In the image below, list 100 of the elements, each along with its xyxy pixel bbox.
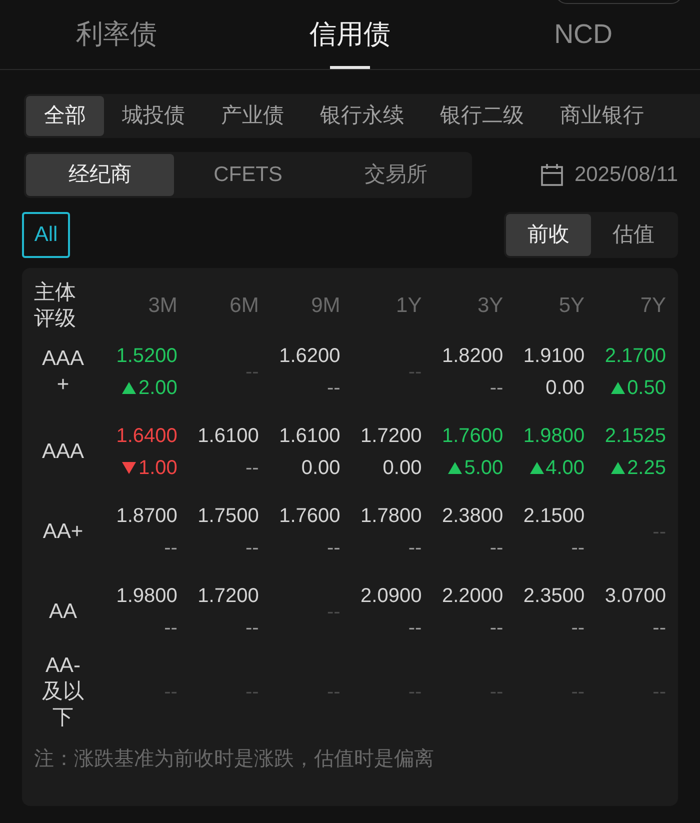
source-tab[interactable]: CFETS — [174, 154, 322, 196]
top-tab[interactable]: NCD — [466, 0, 700, 69]
empty-value: -- — [571, 680, 585, 705]
empty-value: -- — [408, 680, 422, 705]
yield-value: 1.7200 — [360, 424, 422, 449]
change-value: -- — [164, 616, 178, 641]
up-triangle-icon — [122, 382, 136, 394]
change-value: 0.00 — [301, 456, 340, 481]
category-tab[interactable]: 城投债 — [104, 96, 203, 136]
tenor-header: 3M — [148, 293, 178, 320]
basis-tab[interactable]: 估值 — [591, 214, 676, 256]
change-value: -- — [246, 456, 259, 481]
yield-value: 2.1525 — [604, 424, 666, 449]
rating-header: 评级 — [34, 306, 77, 332]
yield-value: 1.7600 — [442, 424, 504, 449]
change-value: 2.00 — [138, 376, 178, 401]
top-tab[interactable]: 信用债 — [233, 0, 467, 69]
yield-value: 1.8700 — [116, 504, 178, 529]
rating-label: AA+ — [42, 519, 84, 545]
yield-value: 2.0900 — [360, 584, 422, 609]
category-tab[interactable]: 全部 — [26, 96, 104, 136]
change-value: 5.00 — [464, 456, 504, 481]
change-value: 4.00 — [546, 456, 585, 481]
category-tab[interactable]: 银行永续 — [302, 96, 422, 136]
rating-label: AA- — [45, 653, 80, 679]
rating-label: AAA — [42, 346, 84, 372]
tab-underline — [330, 66, 370, 69]
empty-value: -- — [326, 600, 340, 625]
change-value: -- — [326, 376, 340, 401]
source-tab[interactable]: 经纪商 — [26, 154, 174, 196]
rating-label: 下 — [52, 705, 74, 731]
empty-value: -- — [326, 680, 340, 705]
category-tab[interactable]: 商业银行 — [542, 96, 662, 136]
empty-value: -- — [490, 680, 504, 705]
yield-value: 1.5200 — [116, 344, 178, 369]
empty-value: -- — [164, 680, 178, 705]
tenor-header: 5Y — [558, 293, 585, 320]
change-value: 0.00 — [382, 456, 422, 481]
tenor-header: 3Y — [477, 293, 504, 320]
up-triangle-icon — [530, 462, 544, 474]
tenor-header: 6M — [230, 293, 259, 320]
date-text: 2025/08/11 — [574, 162, 678, 188]
all-button[interactable]: All — [22, 212, 70, 258]
empty-value: -- — [246, 680, 259, 705]
yield-value: 1.7800 — [360, 504, 422, 529]
change-value: -- — [571, 616, 585, 641]
change-value: -- — [326, 536, 340, 561]
tenor-header: 1Y — [396, 293, 422, 320]
yield-value: 2.1700 — [604, 344, 666, 369]
change-value: -- — [408, 536, 422, 561]
category-tab[interactable]: 银行二级 — [422, 96, 542, 136]
change-value: -- — [490, 536, 504, 561]
calendar-icon — [540, 163, 564, 187]
change-value: -- — [408, 616, 422, 641]
yield-value: 1.6400 — [116, 424, 178, 449]
change-value: -- — [246, 616, 259, 641]
rating-label: AA — [48, 599, 77, 625]
yield-value: 1.6100 — [279, 424, 340, 449]
rating-header: 主体 — [34, 280, 77, 306]
yield-value: 2.3500 — [523, 584, 585, 609]
rating-label: AAA — [42, 439, 84, 465]
table-note: 注：涨跌基准为前收时是涨跌，估值时是偏离 — [34, 747, 435, 772]
change-value: 1.00 — [138, 456, 178, 481]
up-triangle-icon — [611, 462, 626, 474]
change-value: 0.50 — [627, 376, 666, 401]
category-tab[interactable]: 产业债 — [203, 96, 302, 136]
basis-tab[interactable]: 前收 — [506, 214, 591, 256]
change-value: -- — [652, 616, 666, 641]
up-triangle-icon — [448, 462, 462, 474]
change-value: -- — [164, 536, 178, 561]
change-value: -- — [490, 616, 504, 641]
yield-value: 1.6200 — [279, 344, 340, 369]
yield-value: 1.7500 — [198, 504, 259, 529]
empty-value: -- — [652, 520, 666, 545]
empty-value: -- — [652, 680, 666, 705]
source-tab[interactable]: 交易所 — [322, 154, 470, 196]
yield-value: 1.7600 — [279, 504, 340, 529]
yield-value: 1.6100 — [198, 424, 259, 449]
change-value: -- — [490, 376, 504, 401]
rating-label: 及以 — [42, 679, 84, 705]
change-value: 0.00 — [546, 376, 585, 401]
tenor-header: 7Y — [640, 293, 666, 320]
yield-value: 1.8200 — [442, 344, 504, 369]
tenor-header: 9M — [311, 293, 340, 320]
yield-value: 3.0700 — [604, 584, 666, 609]
down-triangle-icon — [122, 462, 136, 474]
date-picker[interactable]: 2025/08/11 — [540, 159, 678, 191]
yield-value: 1.9800 — [523, 424, 585, 449]
yield-value: 1.7200 — [198, 584, 259, 609]
yield-value: 2.1500 — [523, 504, 585, 529]
yield-value: 1.9800 — [116, 584, 178, 609]
rating-label: + — [56, 372, 70, 398]
empty-value: -- — [246, 360, 259, 385]
change-value: -- — [571, 536, 585, 561]
up-triangle-icon — [611, 382, 626, 394]
change-value: 2.25 — [627, 456, 666, 481]
top-tab[interactable]: 利率债 — [0, 0, 234, 69]
empty-value: -- — [408, 360, 422, 385]
yield-value: 1.9100 — [523, 344, 585, 369]
yield-value: 2.3800 — [442, 504, 504, 529]
